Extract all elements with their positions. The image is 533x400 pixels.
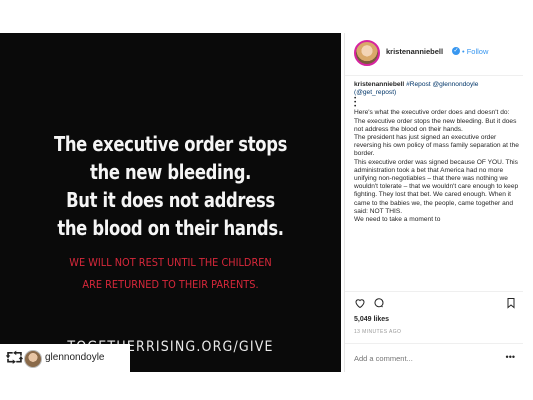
repost-hashtag[interactable]: #Repost bbox=[406, 81, 431, 88]
caption-paragraph: The president has just signed an executi… bbox=[354, 134, 519, 158]
post-caption: kristenanniebell #Repost @glennondoyle (… bbox=[354, 81, 519, 291]
headline-line: The executive order stops bbox=[53, 132, 288, 156]
headline-line: the blood on their hands. bbox=[57, 216, 284, 240]
caption-paragraph: Here's what the executive order does and… bbox=[354, 109, 517, 133]
like-count[interactable]: 5,049 likes bbox=[354, 316, 389, 323]
image-headline: The executive order stops the new bleedi… bbox=[31, 130, 311, 242]
action-bar bbox=[345, 291, 523, 314]
mention-link[interactable]: (@get_repost) bbox=[354, 89, 396, 96]
comment-bar: ••• bbox=[345, 343, 523, 373]
instagram-post: The executive order stops the new bleedi… bbox=[0, 0, 533, 400]
post-side-panel: kristenanniebell ✓ • Follow kristenannie… bbox=[344, 33, 523, 372]
subline-line: WE WILL NOT REST UNTIL THE CHILDREN bbox=[69, 257, 272, 269]
post-header: kristenanniebell ✓ • Follow bbox=[345, 33, 523, 76]
bookmark-icon[interactable] bbox=[505, 297, 517, 309]
mention-link[interactable]: @glennondoyle bbox=[432, 81, 478, 88]
headline-line: the new bleeding. bbox=[89, 160, 252, 184]
comment-icon[interactable] bbox=[373, 297, 385, 309]
caption-username[interactable]: kristenanniebell bbox=[354, 81, 404, 88]
subline-line: ARE RETURNED TO THEIR PARENTS. bbox=[82, 279, 259, 291]
follow-button[interactable]: • Follow bbox=[462, 47, 488, 56]
more-icon[interactable]: ••• bbox=[506, 352, 515, 362]
headline-line: But it does not address bbox=[66, 188, 275, 212]
header-username[interactable]: kristenanniebell bbox=[386, 47, 443, 56]
caption-dots: • • • bbox=[354, 96, 519, 111]
comment-input[interactable] bbox=[354, 354, 494, 363]
heart-icon[interactable] bbox=[354, 297, 366, 309]
repost-username: glennondoyle bbox=[45, 352, 105, 363]
repost-avatar bbox=[24, 350, 42, 368]
caption-paragraph: We need to take a moment to bbox=[354, 216, 441, 224]
image-subline: WE WILL NOT REST UNTIL THE CHILDREN ARE … bbox=[12, 252, 329, 296]
post-timestamp: 13 MINUTES AGO bbox=[354, 329, 402, 335]
avatar[interactable] bbox=[354, 40, 380, 66]
caption-paragraph: This executive order was signed because … bbox=[354, 158, 519, 215]
repost-icon: ⮔ bbox=[5, 350, 24, 367]
verified-icon: ✓ bbox=[452, 47, 460, 55]
repost-credit: ⮔ glennondoyle bbox=[0, 344, 130, 374]
post-image[interactable]: The executive order stops the new bleedi… bbox=[0, 33, 341, 372]
